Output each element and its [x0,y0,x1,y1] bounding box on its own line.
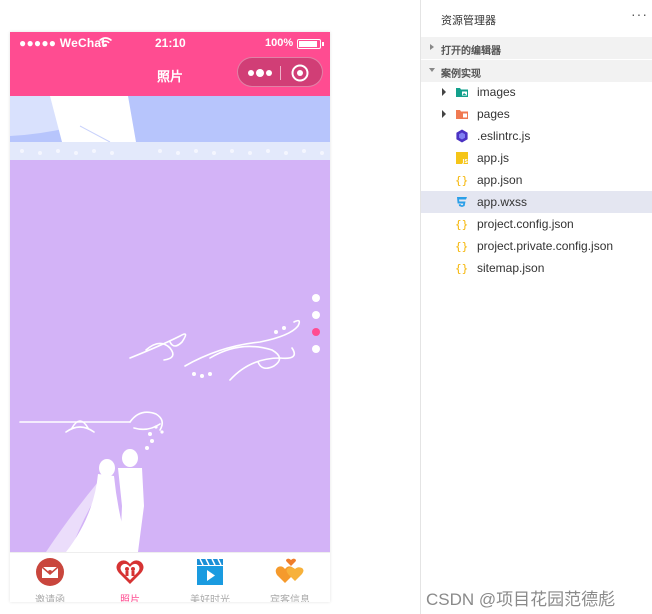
screen: ●●●●● WeChat 21:10 100% 照片 邀请函 照片 美好时光 宾… [0,0,652,614]
svg-text:{}: {} [455,218,468,231]
clock: 21:10 [155,36,186,50]
section-title: 案例实现 [441,69,481,80]
tab-photos[interactable]: 照片 [90,553,170,602]
tab-label: 照片 [120,595,140,602]
watermark: CSDN @项目花园范德彪 [426,590,616,609]
navigation-bar: ●●●●● WeChat 21:10 100% 照片 [10,32,330,96]
svg-text:{}: {} [455,174,468,187]
chevron-down-icon [429,68,435,72]
capsule-divider [280,66,281,80]
more-options-icon[interactable] [246,65,274,81]
file-name: project.config.json [477,217,574,231]
battery-percentage: 100% [265,37,294,49]
section-title: 打开的编辑器 [441,46,501,57]
battery-icon [297,39,321,49]
tree-item-app-json[interactable]: {} app.json [421,169,652,191]
json-file-icon: {} [455,240,468,253]
photo-swiper[interactable] [10,96,330,552]
tab-invitation[interactable]: 邀请函 [10,553,90,602]
file-name: project.private.config.json [477,239,614,253]
css-file-icon [457,197,467,207]
explorer-more-icon[interactable]: ··· [631,6,648,22]
expand-arrow-icon [442,88,446,96]
svg-text:JS: JS [462,159,469,165]
tree-item-project-config[interactable]: {} project.config.json [421,213,652,235]
js-file-icon: JS [456,152,469,165]
tab-label: 美好时光 [190,595,230,602]
expand-arrow-icon [442,110,446,118]
indicator-dot[interactable] [312,345,320,353]
file-name: app.json [477,173,523,187]
tree-item-app-js[interactable]: JS app.js [421,147,652,169]
section-open-editors[interactable]: 打开的编辑器 [421,37,652,59]
indicator-dot[interactable] [312,294,320,302]
tab-bar: 邀请函 照片 美好时光 宾客信息 [10,552,330,602]
file-name: app.js [477,151,510,165]
file-name: pages [477,107,510,121]
tree-item-images[interactable]: images [421,81,652,103]
phone-simulator: ●●●●● WeChat 21:10 100% 照片 邀请函 照片 美好时光 宾… [10,32,330,602]
eslint-icon [456,129,468,143]
battery-tip [322,42,324,46]
tree-item-sitemap[interactable]: {} sitemap.json [421,257,652,279]
file-name: app.wxss [477,195,528,209]
tree-item-eslintrc[interactable]: .eslintrc.js [421,125,652,147]
json-file-icon: {} [455,218,468,231]
images-folder-icon [456,88,468,97]
invitation-envelope-icon [36,558,64,586]
explorer-title: 资源管理器 [441,15,496,27]
status-bar: ●●●●● WeChat 21:10 100% [10,32,330,54]
file-name: .eslintrc.js [477,129,531,143]
file-name: images [477,85,516,99]
wifi-icon [99,37,112,47]
section-project[interactable]: 案例实现 [421,60,652,82]
wedding-photo [10,96,330,552]
miniprogram-capsule [237,57,323,87]
swiper-indicator-dots [312,294,320,353]
tree-item-pages[interactable]: pages [421,103,652,125]
tab-label: 邀请函 [35,595,65,602]
close-miniprogram-icon[interactable] [291,64,309,82]
couple-heart-icon [116,560,144,584]
explorer-panel: 资源管理器 ··· 打开的编辑器 案例实现 images pages .esli… [421,0,652,614]
indicator-dot[interactable] [312,311,320,319]
pages-folder-icon [456,110,468,119]
tab-guest-info[interactable]: 宾客信息 [250,553,330,602]
tab-label: 宾客信息 [270,595,310,602]
guest-hearts-icon [275,558,304,583]
chevron-right-icon [430,44,434,50]
carrier-label: ●●●●● WeChat [19,36,106,50]
json-file-icon: {} [455,262,468,275]
tab-good-times[interactable]: 美好时光 [170,553,250,602]
file-name: sitemap.json [477,261,545,275]
tree-item-project-private-config[interactable]: {} project.private.config.json [421,235,652,257]
indicator-dot-active[interactable] [312,328,320,336]
json-file-icon: {} [455,174,468,187]
svg-text:{}: {} [455,240,468,253]
tree-item-app-wxss[interactable]: app.wxss [421,191,652,213]
svg-text:{}: {} [455,262,468,275]
video-clapper-icon [197,558,223,585]
